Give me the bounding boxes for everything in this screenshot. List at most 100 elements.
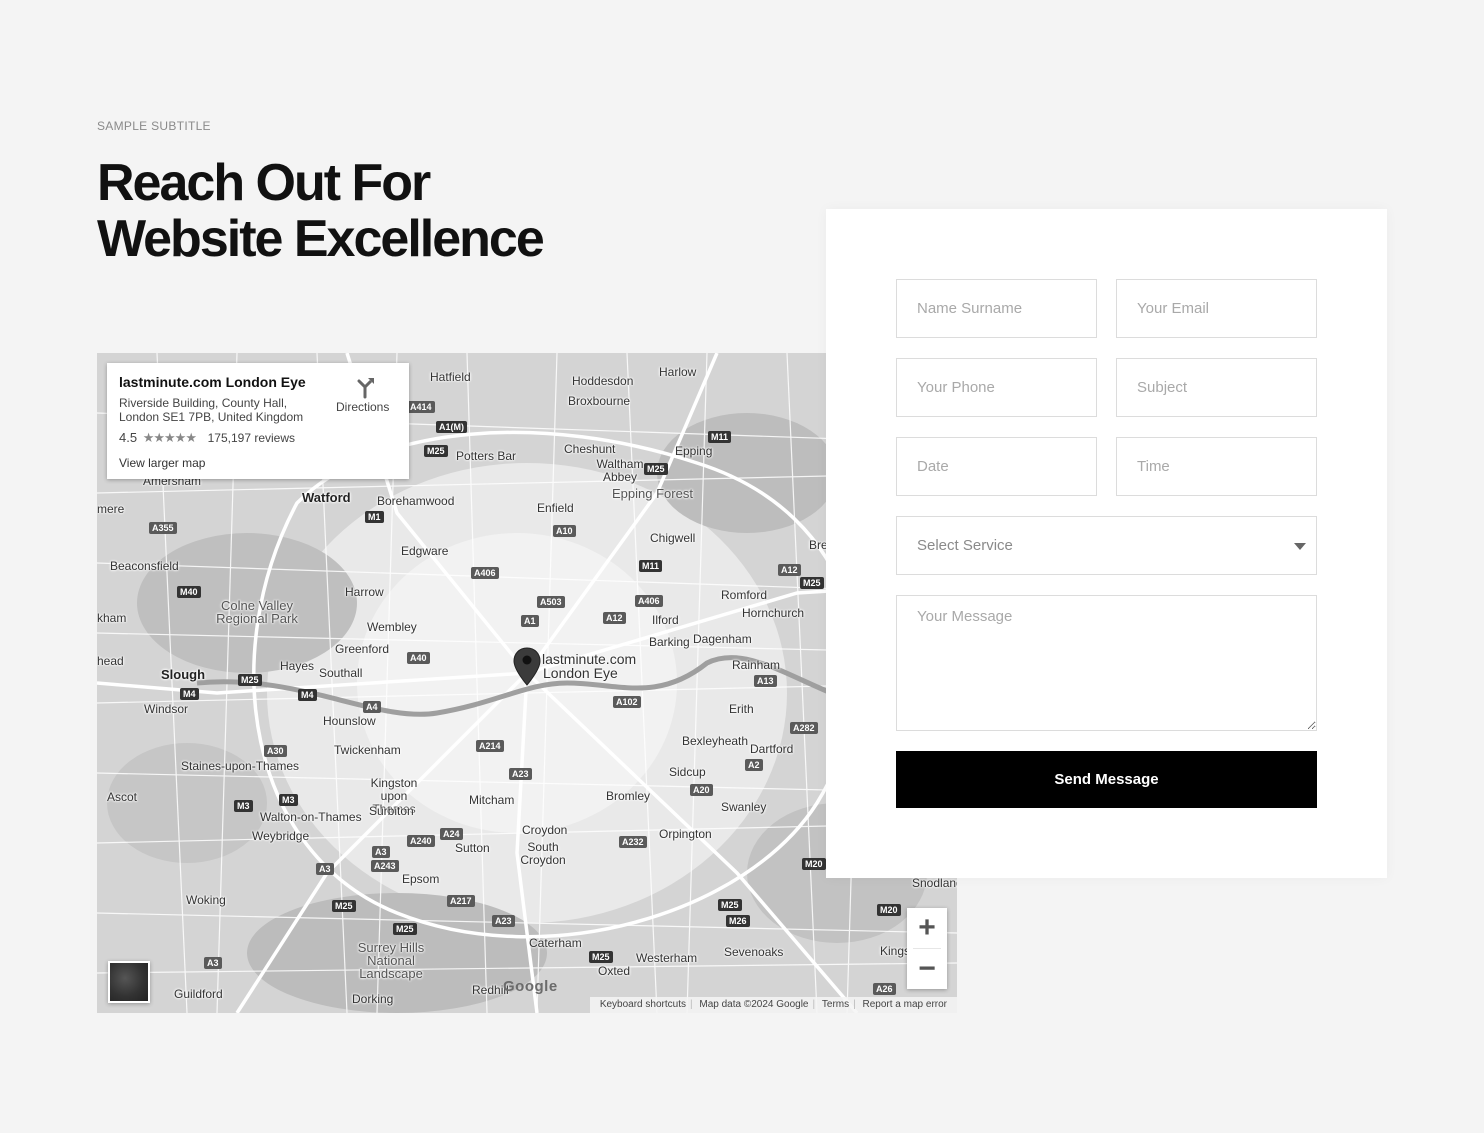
road-tag: A503	[537, 596, 565, 608]
map-label-south-croydon: South Croydon	[520, 840, 566, 867]
report-map-error-link[interactable]: Report a map error	[863, 999, 947, 1010]
map-label-caterham: Caterham	[529, 936, 582, 950]
road-tag: A24	[440, 828, 463, 840]
place-address: Riverside Building, County Hall, London …	[119, 396, 319, 424]
map-label-cheshunt: Cheshunt	[564, 442, 616, 456]
map-label-woking: Woking	[186, 893, 226, 907]
map-label-head: head	[97, 654, 124, 668]
map-label-enfield: Enfield	[537, 501, 574, 515]
rating-stars-icon: ★★★★★	[142, 430, 197, 445]
map-label-snodland: Snodland	[912, 876, 957, 890]
road-tag: A3	[316, 863, 334, 875]
road-tag: M11	[708, 431, 732, 443]
section-title: Reach Out For Website Excellence	[97, 155, 545, 268]
map-label-croydon: Croydon	[522, 823, 568, 837]
road-tag: A4	[363, 701, 381, 713]
map-label-hoddesdon: Hoddesdon	[572, 374, 634, 388]
map-label-epping-forest: Epping Forest	[612, 486, 693, 501]
date-input[interactable]	[896, 437, 1097, 496]
zoom-control: + −	[907, 908, 947, 989]
map-label-ascot: Ascot	[107, 790, 138, 804]
road-tag: M4	[180, 688, 199, 700]
road-tag: A2	[745, 759, 763, 771]
road-tag: A355	[149, 522, 177, 534]
map-label-bexleyheath: Bexleyheath	[682, 734, 749, 748]
map-label-surrey-hills: Surrey Hills National Landscape	[357, 940, 425, 981]
road-tag: M20	[802, 858, 826, 870]
road-tag: M20	[877, 904, 901, 916]
road-tag: M25	[800, 577, 824, 589]
road-tag: A102	[613, 696, 641, 708]
road-tag: A217	[447, 895, 475, 907]
map-label-surbiton: Surbiton	[369, 804, 414, 818]
map-label-kings: Kings	[880, 944, 911, 958]
directions-label[interactable]: Directions	[336, 400, 389, 414]
map-label-oxted: Oxted	[598, 964, 631, 978]
map-label-greenford: Greenford	[335, 642, 390, 656]
caret-down-icon	[1294, 543, 1306, 550]
zoom-in-button[interactable]: +	[907, 908, 947, 948]
map-label-erith: Erith	[729, 702, 754, 716]
message-textarea[interactable]	[896, 595, 1317, 731]
road-tag: M1	[365, 511, 384, 523]
road-tag: M25	[393, 923, 417, 935]
road-tag: M25	[424, 445, 448, 457]
map-pin-icon[interactable]	[513, 647, 541, 687]
name-input[interactable]	[896, 279, 1097, 338]
road-tag: A1(M)	[436, 421, 467, 433]
title-line-2: Website Excellence	[97, 210, 545, 268]
road-tag: M26	[726, 915, 750, 927]
map-label-harrow: Harrow	[345, 585, 384, 599]
road-tag: M25	[238, 674, 262, 686]
rating-value: 4.5	[119, 430, 138, 445]
map-label-barking: Barking	[649, 635, 690, 649]
place-address-line-2: London SE1 7PB, United Kingdom	[119, 410, 304, 424]
pin-label-line-1: lastminute.com	[542, 651, 637, 667]
map-label-rickmansworth: mere	[97, 502, 125, 516]
road-tag: A26	[873, 983, 896, 995]
email-input[interactable]	[1116, 279, 1317, 338]
map-data-text: Map data ©2024 Google	[699, 999, 809, 1010]
map-label-hounslow: Hounslow	[323, 714, 376, 728]
map-label-beaconsfield: Beaconsfield	[110, 559, 179, 573]
road-tag: A240	[407, 835, 435, 847]
map-label-hatfield: Hatfield	[430, 370, 471, 384]
road-tag: A243	[371, 860, 399, 872]
time-input[interactable]	[1116, 437, 1317, 496]
map-label-staines: Staines-upon-Thames	[181, 759, 300, 773]
map-label-kham: kham	[97, 611, 127, 625]
map-label-sevenoaks: Sevenoaks	[724, 945, 784, 959]
map-label-walton: Walton-on-Thames	[260, 810, 362, 824]
map-label-westerham: Westerham	[636, 951, 698, 965]
road-tag: M25	[332, 900, 356, 912]
service-select[interactable]: Select Service	[896, 516, 1317, 575]
map-pin-label: lastminute.com London Eye	[542, 652, 636, 680]
review-count[interactable]: 175,197 reviews	[208, 431, 295, 445]
map-label-sidcup: Sidcup	[669, 765, 706, 779]
map-type-toggle[interactable]	[108, 961, 150, 1003]
phone-input[interactable]	[896, 358, 1097, 417]
road-tag: A23	[492, 915, 515, 927]
view-larger-map-link[interactable]: View larger map	[119, 456, 205, 470]
section-subtitle: SAMPLE SUBTITLE	[97, 119, 211, 133]
map-label-epping: Epping	[675, 444, 713, 458]
map-label-colne-valley: Colne Valley Regional Park	[216, 598, 298, 626]
road-tag: M40	[177, 586, 201, 598]
map-label-mitcham: Mitcham	[469, 793, 515, 807]
road-tag: A40	[407, 652, 430, 664]
map-label-slough: Slough	[161, 667, 206, 682]
road-tag: A1	[521, 615, 539, 627]
map-label-dartford: Dartford	[750, 742, 794, 756]
map-label-southall: Southall	[319, 666, 363, 680]
map-label-epsom: Epsom	[402, 872, 440, 886]
keyboard-shortcuts-link[interactable]: Keyboard shortcuts	[600, 999, 686, 1010]
terms-link[interactable]: Terms	[822, 999, 849, 1010]
map-label-swanley: Swanley	[721, 800, 767, 814]
subject-input[interactable]	[1116, 358, 1317, 417]
road-tag: M4	[298, 689, 317, 701]
send-message-button[interactable]: Send Message	[896, 751, 1317, 808]
zoom-out-button[interactable]: −	[907, 949, 947, 989]
map-label-broxbourne: Broxbourne	[568, 394, 631, 408]
map-label-ilford: Ilford	[652, 613, 679, 627]
directions-icon[interactable]	[353, 375, 377, 399]
